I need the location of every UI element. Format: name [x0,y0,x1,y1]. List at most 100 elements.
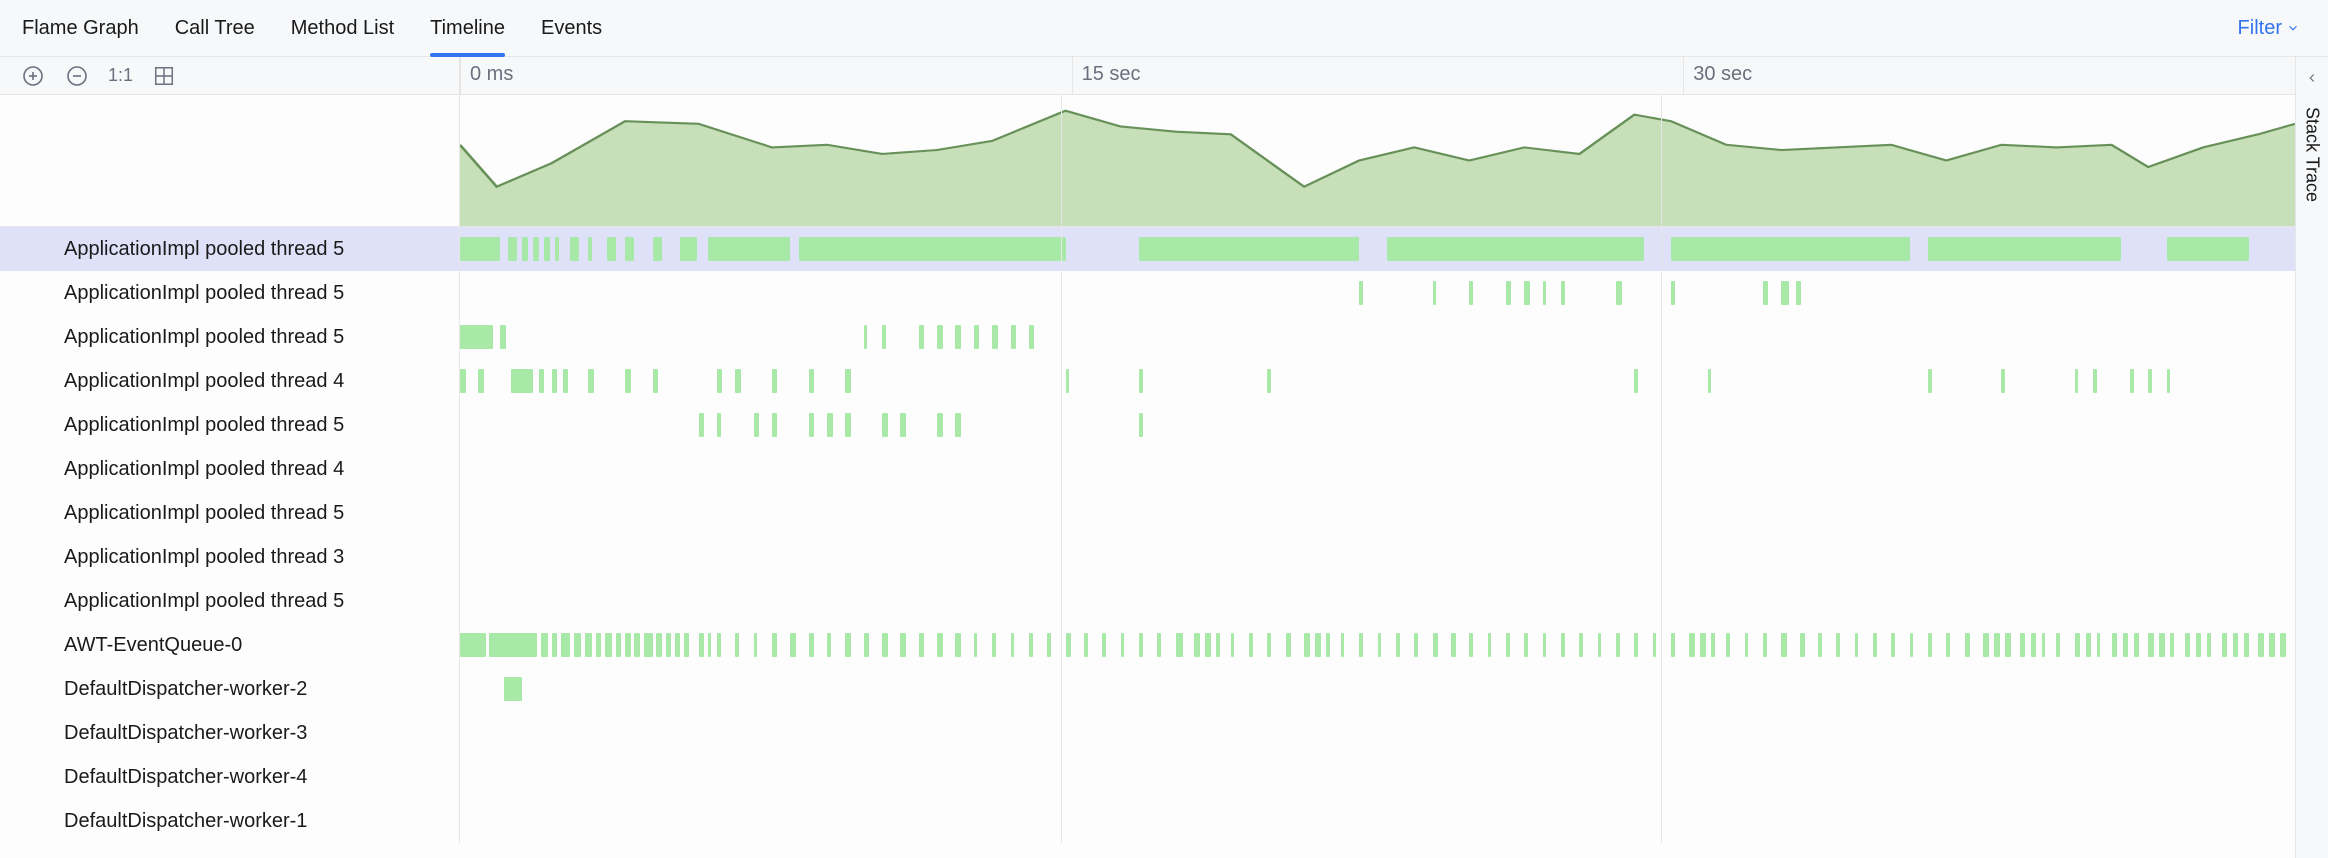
thread-lane[interactable] [460,491,2295,535]
thread-lane[interactable] [460,447,2295,491]
activity-segment [541,633,548,657]
thread-label[interactable]: ApplicationImpl pooled thread 5 [0,491,460,535]
thread-lane[interactable] [460,227,2295,271]
activity-segment [1634,369,1638,393]
activity-segment [1928,237,2121,261]
thread-label[interactable]: DefaultDispatcher-worker-3 [0,711,460,755]
thread-lane[interactable] [460,711,2295,755]
thread-label[interactable]: ApplicationImpl pooled thread 5 [0,403,460,447]
ruler-row: 1:1 0 ms15 sec30 sec [0,57,2295,95]
activity-segment [1378,633,1382,657]
thread-row[interactable]: ApplicationImpl pooled thread 4 [0,359,2295,403]
activity-segment [2159,633,2165,657]
zoom-in-button[interactable] [20,63,46,89]
activity-segment [845,413,851,437]
thread-row[interactable]: ApplicationImpl pooled thread 5 [0,315,2295,359]
activity-segment [1157,633,1161,657]
activity-segment [882,633,888,657]
activity-segment [1469,633,1473,657]
activity-segment [625,633,631,657]
filter-label: Filter [2238,17,2282,40]
thread-label[interactable]: AWT-EventQueue-0 [0,623,460,667]
activity-segment [1965,633,1971,657]
thread-row[interactable]: DefaultDispatcher-worker-1 [0,799,2295,843]
thread-row[interactable]: ApplicationImpl pooled thread 5 [0,271,2295,315]
overview-chart[interactable] [460,95,2295,226]
activity-segment [2075,369,2079,393]
activity-segment [1194,633,1200,657]
thread-lane[interactable] [460,315,2295,359]
scale-one-to-one-button[interactable]: 1:1 [108,65,133,86]
activity-segment [2097,633,2101,657]
thread-row[interactable]: DefaultDispatcher-worker-3 [0,711,2295,755]
thread-row[interactable]: ApplicationImpl pooled thread 5 [0,579,2295,623]
activity-segment [827,633,831,657]
filter-dropdown[interactable]: Filter [2238,17,2306,40]
activity-segment [460,369,466,393]
activity-segment [1983,633,1989,657]
activity-segment [1855,633,1859,657]
activity-segment [955,413,961,437]
tab-flame-graph[interactable]: Flame Graph [22,0,139,56]
activity-segment [1414,633,1418,657]
zoom-out-button[interactable] [64,63,90,89]
activity-segment [790,633,796,657]
activity-segment [1469,281,1473,305]
thread-label[interactable]: ApplicationImpl pooled thread 5 [0,271,460,315]
thread-row[interactable]: AWT-EventQueue-0 [0,623,2295,667]
thread-lane[interactable] [460,623,2295,667]
thread-lane[interactable] [460,535,2295,579]
thread-row[interactable]: ApplicationImpl pooled thread 5 [0,227,2295,271]
stack-trace-side-tab[interactable]: Stack Trace [2295,57,2328,858]
activity-segment [1891,633,1895,657]
activity-segment [596,633,602,657]
activity-segment [974,325,980,349]
activity-segment [2020,633,2026,657]
thread-label[interactable]: DefaultDispatcher-worker-4 [0,755,460,799]
thread-row[interactable]: ApplicationImpl pooled thread 5 [0,491,2295,535]
thread-lane[interactable] [460,271,2295,315]
activity-segment [708,237,791,261]
thread-label[interactable]: ApplicationImpl pooled thread 4 [0,447,460,491]
activity-segment [508,237,517,261]
tab-call-tree[interactable]: Call Tree [175,0,255,56]
thread-label[interactable]: ApplicationImpl pooled thread 5 [0,227,460,271]
activity-segment [504,677,522,701]
time-ruler[interactable]: 0 ms15 sec30 sec [460,57,2295,94]
thread-row[interactable]: DefaultDispatcher-worker-4 [0,755,2295,799]
thread-label[interactable]: ApplicationImpl pooled thread 5 [0,315,460,359]
thread-row[interactable]: DefaultDispatcher-worker-2 [0,667,2295,711]
tab-timeline[interactable]: Timeline [430,0,505,56]
activity-segment [2075,633,2081,657]
activity-segment [2042,633,2046,657]
activity-segment [1689,633,1695,657]
activity-segment [1488,633,1492,657]
activity-segment [937,325,943,349]
thread-lane[interactable] [460,579,2295,623]
thread-label[interactable]: DefaultDispatcher-worker-1 [0,799,460,843]
thread-label[interactable]: ApplicationImpl pooled thread 5 [0,579,460,623]
activity-segment [625,369,631,393]
tab-events[interactable]: Events [541,0,602,56]
thread-lane[interactable] [460,799,2295,843]
thread-lane[interactable] [460,755,2295,799]
thread-lane[interactable] [460,403,2295,447]
thread-label[interactable]: DefaultDispatcher-worker-2 [0,667,460,711]
activity-segment [2148,633,2154,657]
tab-method-list[interactable]: Method List [291,0,394,56]
activity-segment [1451,633,1457,657]
activity-segment [1818,633,1822,657]
activity-segment [656,633,662,657]
thread-row[interactable]: ApplicationImpl pooled thread 4 [0,447,2295,491]
thread-row[interactable]: ApplicationImpl pooled thread 3 [0,535,2295,579]
activity-segment [544,237,550,261]
activity-segment [2222,633,2228,657]
activity-segment [552,369,558,393]
thread-label[interactable]: ApplicationImpl pooled thread 4 [0,359,460,403]
layout-button[interactable] [151,63,177,89]
thread-row[interactable]: ApplicationImpl pooled thread 5 [0,403,2295,447]
activity-segment [1561,281,1565,305]
thread-label[interactable]: ApplicationImpl pooled thread 3 [0,535,460,579]
thread-lane[interactable] [460,667,2295,711]
thread-lane[interactable] [460,359,2295,403]
